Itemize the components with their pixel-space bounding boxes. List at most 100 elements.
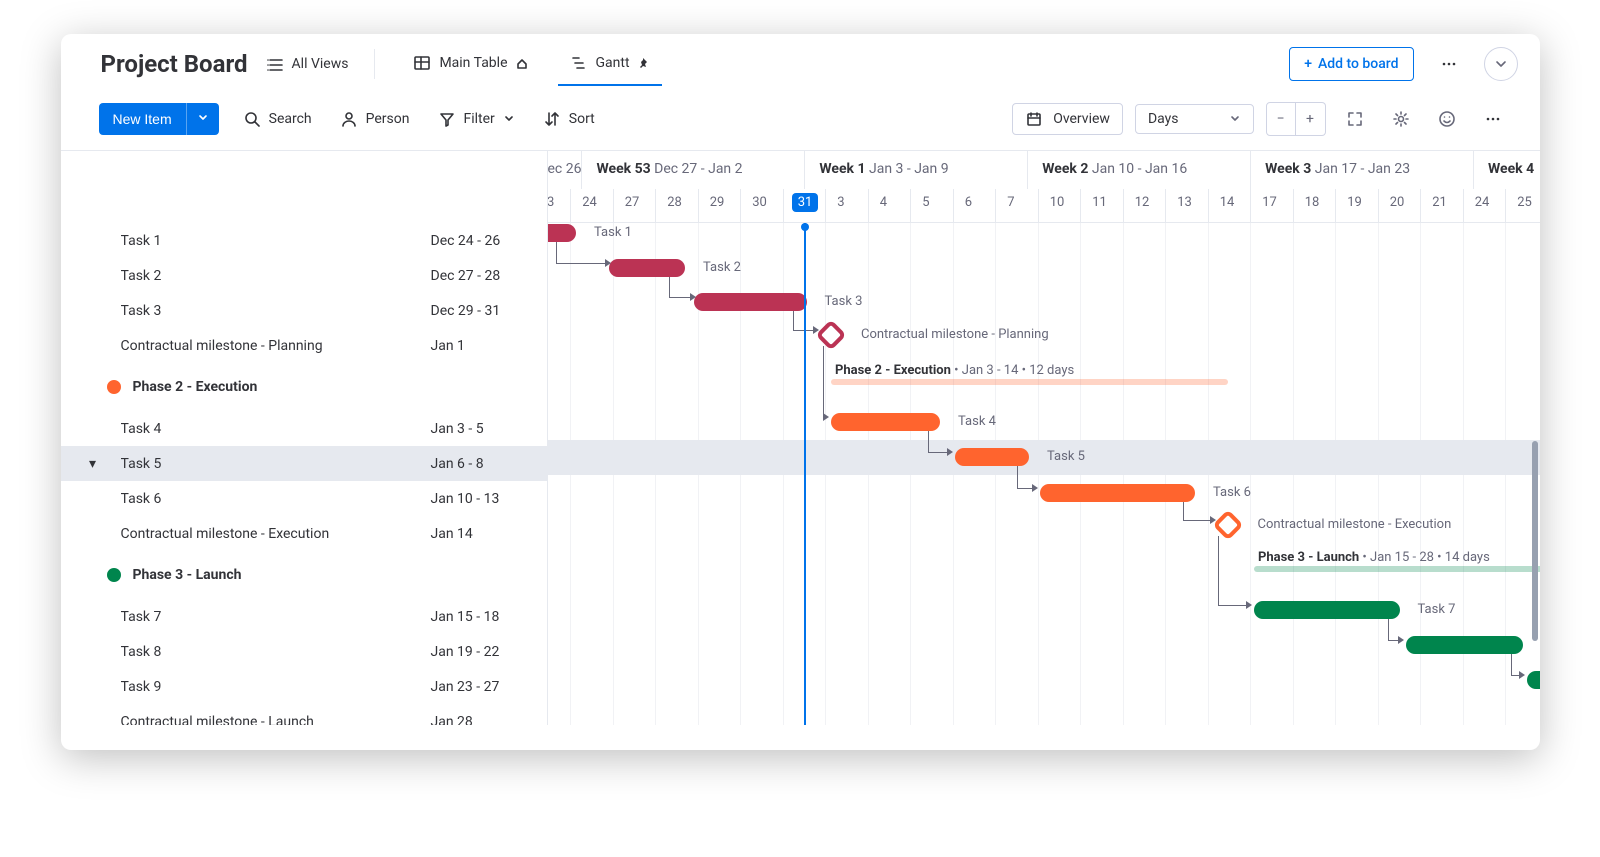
task-row[interactable]: Task 3Dec 29 - 31 xyxy=(61,293,547,328)
add-to-board-label: Add to board xyxy=(1318,56,1399,72)
new-item-dropdown[interactable] xyxy=(186,103,219,135)
board-body: Task 1Dec 24 - 26Task 2Dec 27 - 28Task 3… xyxy=(61,151,1540,725)
zoom-in-button[interactable]: + xyxy=(1296,102,1326,136)
search-button[interactable]: Search xyxy=(243,110,312,128)
tab-main-table[interactable]: Main Table xyxy=(401,46,539,86)
task-row[interactable]: Task 4Jan 3 - 5 xyxy=(61,411,547,446)
day-label: 12 xyxy=(1135,195,1150,210)
day-label: 23 xyxy=(548,195,555,210)
timescale-dropdown[interactable]: Days xyxy=(1135,104,1254,134)
gantt-icon xyxy=(570,54,588,72)
list-icon xyxy=(266,55,284,73)
week-header: ec 26 xyxy=(548,151,582,189)
new-item-label[interactable]: New Item xyxy=(99,103,186,135)
day-label: 21 xyxy=(1432,195,1447,210)
plus-icon: + xyxy=(1304,56,1312,72)
task-row[interactable]: Task 1Dec 24 - 26 xyxy=(61,223,547,258)
dots-icon xyxy=(1440,55,1458,73)
task-row[interactable]: Task 8Jan 19 - 22 xyxy=(61,634,547,669)
toolbar-right: Overview Days − + xyxy=(1012,102,1509,136)
day-label: 17 xyxy=(1262,195,1277,210)
sort-icon xyxy=(543,110,561,128)
day-label: 14 xyxy=(1220,195,1235,210)
gantt-milestone-label: Contractual milestone - Execution xyxy=(1258,517,1452,532)
day-label: 3 xyxy=(837,195,844,210)
day-label: 30 xyxy=(752,195,767,210)
task-row[interactable]: Task 9Jan 23 - 27 xyxy=(61,669,547,704)
gantt-bar-label: Task 4 xyxy=(958,414,996,429)
expand-icon xyxy=(1346,110,1364,128)
day-label: 18 xyxy=(1305,195,1320,210)
gantt-bar-label: Task 6 xyxy=(1213,485,1251,500)
chevron-down-icon xyxy=(197,112,209,124)
sort-button[interactable]: Sort xyxy=(543,110,595,128)
dots-icon xyxy=(1484,110,1502,128)
gantt-bar[interactable] xyxy=(831,413,940,431)
phase-underline xyxy=(1254,566,1540,572)
gear-icon xyxy=(1392,110,1410,128)
filter-button[interactable]: Filter xyxy=(438,110,515,128)
day-label: 6 xyxy=(965,195,972,210)
home-icon xyxy=(516,57,528,69)
person-filter-button[interactable]: Person xyxy=(340,110,410,128)
gantt-bar[interactable] xyxy=(609,259,686,277)
collapse-button[interactable] xyxy=(1484,47,1518,81)
timescale-label: Days xyxy=(1148,111,1179,127)
overview-label: Overview xyxy=(1053,111,1110,127)
more-menu-button[interactable] xyxy=(1432,47,1466,81)
board-header: Project Board All Views Main Table Gantt… xyxy=(61,34,1540,86)
filter-icon xyxy=(438,110,456,128)
task-row[interactable]: Contractual milestone - PlanningJan 1 xyxy=(61,328,547,363)
new-item-button[interactable]: New Item xyxy=(99,103,219,135)
all-views-menu[interactable]: All Views xyxy=(266,55,349,73)
gantt-bar[interactable] xyxy=(1406,636,1524,654)
gantt-bar[interactable] xyxy=(1527,671,1540,689)
timeline-header: ec 26Week 53 Dec 27 - Jan 2Week 1 Jan 3 … xyxy=(548,151,1540,223)
phase-3-header[interactable]: Phase 3 - Launch xyxy=(61,551,547,599)
board-title: Project Board xyxy=(101,50,248,78)
day-label: 20 xyxy=(1390,195,1405,210)
gantt-chart[interactable]: ❯ ec 26Week 53 Dec 27 - Jan 2Week 1 Jan … xyxy=(548,151,1540,725)
task-row[interactable]: Contractual milestone - ExecutionJan 14 xyxy=(61,516,547,551)
overview-button[interactable]: Overview xyxy=(1012,103,1123,135)
gantt-milestone[interactable] xyxy=(815,319,846,350)
today-indicator xyxy=(804,187,806,725)
gantt-bar[interactable] xyxy=(1254,601,1400,619)
phase-2-header[interactable]: Phase 2 - Execution xyxy=(61,363,547,411)
fullscreen-button[interactable] xyxy=(1338,102,1372,136)
task-row[interactable]: ▾Task 5Jan 6 - 8 xyxy=(61,446,547,481)
gantt-bar[interactable] xyxy=(955,448,1030,466)
caret-down-icon[interactable]: ▾ xyxy=(84,455,102,473)
board-more-button[interactable] xyxy=(1476,102,1510,136)
phase-summary: Phase 2 - Execution • Jan 3 - 14 • 12 da… xyxy=(835,363,1074,378)
feedback-button[interactable] xyxy=(1430,102,1464,136)
week-header: Week 4 xyxy=(1473,151,1540,189)
day-label: 13 xyxy=(1177,195,1192,210)
smile-icon xyxy=(1438,110,1456,128)
gantt-bar[interactable] xyxy=(548,224,577,242)
gantt-bar-label: Task 3 xyxy=(825,294,863,309)
search-label: Search xyxy=(269,111,312,127)
tab-gantt-label: Gantt xyxy=(596,55,630,71)
task-row[interactable]: Task 7Jan 15 - 18 xyxy=(61,599,547,634)
day-label: 27 xyxy=(625,195,640,210)
add-to-board-button[interactable]: + Add to board xyxy=(1289,47,1413,81)
gantt-bar[interactable] xyxy=(694,293,807,311)
tab-gantt[interactable]: Gantt xyxy=(558,46,662,86)
settings-button[interactable] xyxy=(1384,102,1418,136)
gantt-bar-label: Task 7 xyxy=(1418,602,1456,617)
task-row[interactable]: Task 6Jan 10 - 13 xyxy=(61,481,547,516)
search-icon xyxy=(243,110,261,128)
task-row[interactable]: Contractual milestone - LaunchJan 28 xyxy=(61,704,547,725)
day-label: 24 xyxy=(582,195,597,210)
scrollbar-handle[interactable] xyxy=(1532,441,1538,641)
gantt-bar[interactable] xyxy=(1040,484,1196,502)
chevron-down-icon xyxy=(1492,55,1510,73)
week-header: Week 3 Jan 17 - Jan 23 xyxy=(1250,151,1473,189)
phase-summary: Phase 3 - Launch • Jan 15 - 28 • 14 days xyxy=(1258,550,1490,565)
task-row[interactable]: Task 2Dec 27 - 28 xyxy=(61,258,547,293)
day-label: 7 xyxy=(1007,195,1014,210)
day-label: 28 xyxy=(667,195,682,210)
zoom-out-button[interactable]: − xyxy=(1266,102,1296,136)
table-icon xyxy=(413,54,431,72)
